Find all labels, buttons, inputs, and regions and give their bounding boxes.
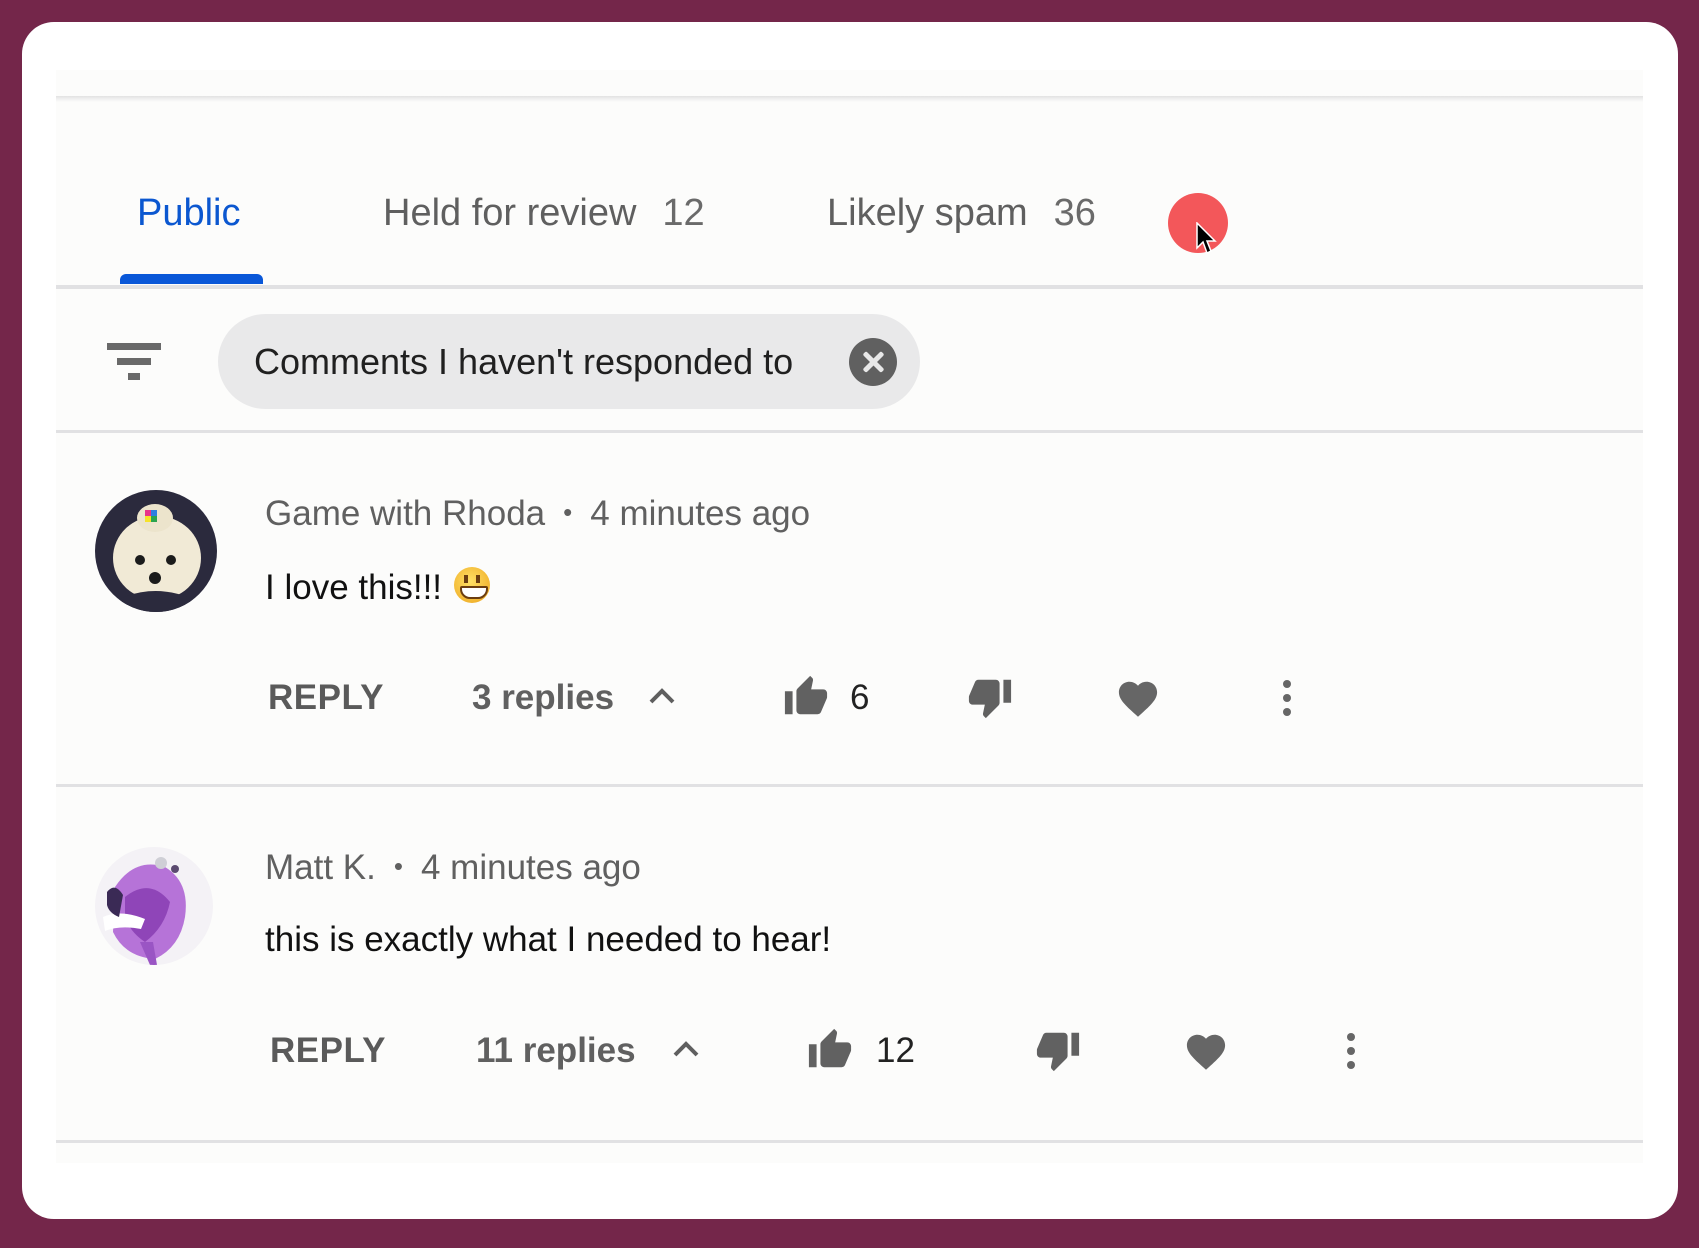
like-count: 12 [876,1031,915,1070]
tab-count: 12 [662,192,705,234]
comment-author[interactable]: Matt K. [265,848,376,887]
avatar[interactable] [95,847,213,965]
comment-body: this is exactly what I needed to hear! [265,920,832,959]
tab-held-for-review[interactable]: Held for review 12 [383,190,705,236]
comment-time[interactable]: 4 minutes ago [421,848,641,887]
replies-toggle[interactable]: 3 replies [472,678,614,718]
active-tab-indicator [120,274,263,284]
chevron-up-icon[interactable] [648,686,676,706]
filter-chip[interactable]: Comments I haven't responded to [218,314,920,409]
more-vert-icon[interactable] [1279,678,1295,718]
filter-chip-label: Comments I haven't responded to [254,340,794,382]
tab-public[interactable]: Public [137,190,241,236]
thumb-down-icon[interactable] [966,674,1014,720]
comment-text: I love this!!! [265,567,491,608]
comment-author[interactable]: Game with Rhoda [265,494,545,533]
comment-meta: Matt K. • 4 minutes ago [265,848,641,888]
more-vert-icon[interactable] [1343,1031,1359,1071]
comment-body: I love this!!! [265,568,443,607]
tabs-divider [56,285,1643,289]
tab-label: Public [137,192,241,234]
tab-label: Held for review [383,192,637,234]
mouse-pointer-icon [1196,222,1217,255]
heart-icon[interactable] [1114,676,1162,718]
separator: • [393,851,403,881]
heart-icon[interactable] [1182,1029,1230,1071]
replies-toggle[interactable]: 11 replies [476,1031,636,1071]
header-shadow [56,96,1643,102]
tab-label: Likely spam [827,192,1028,234]
tab-likely-spam[interactable]: Likely spam 36 [827,190,1096,236]
separator: • [563,497,573,527]
comment-divider [56,784,1643,787]
tab-count: 36 [1053,192,1096,234]
purple-abstract-avatar-icon [95,847,213,965]
comment-time[interactable]: 4 minutes ago [590,494,810,533]
thumb-up-icon[interactable] [806,1027,854,1073]
filter-divider [56,430,1643,433]
avatar[interactable] [95,490,217,612]
white-dog-avatar-icon [95,490,217,612]
filter-icon[interactable] [107,342,161,382]
close-circle-icon[interactable] [849,338,897,386]
reply-button[interactable]: REPLY [268,678,384,718]
comment-text: this is exactly what I needed to hear! [265,920,831,960]
chevron-up-icon[interactable] [672,1039,700,1059]
thumb-down-icon[interactable] [1034,1027,1082,1073]
reply-button[interactable]: REPLY [270,1031,386,1071]
like-count: 6 [850,678,870,717]
grinning-face-emoji-icon [454,567,491,603]
comment-meta: Game with Rhoda • 4 minutes ago [265,494,810,534]
comment-divider [56,1140,1643,1143]
thumb-up-icon[interactable] [782,674,830,720]
